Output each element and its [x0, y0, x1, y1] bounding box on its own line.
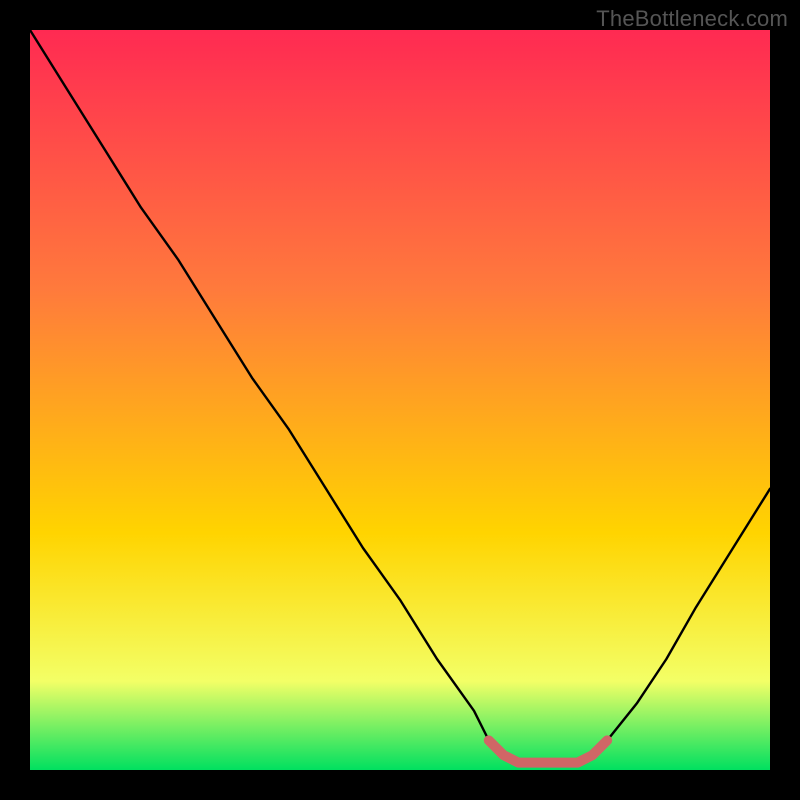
chart-container: TheBottleneck.com	[0, 0, 800, 800]
watermark-text: TheBottleneck.com	[596, 6, 788, 32]
plot-area	[30, 30, 770, 770]
chart-svg	[30, 30, 770, 770]
gradient-background	[30, 30, 770, 770]
